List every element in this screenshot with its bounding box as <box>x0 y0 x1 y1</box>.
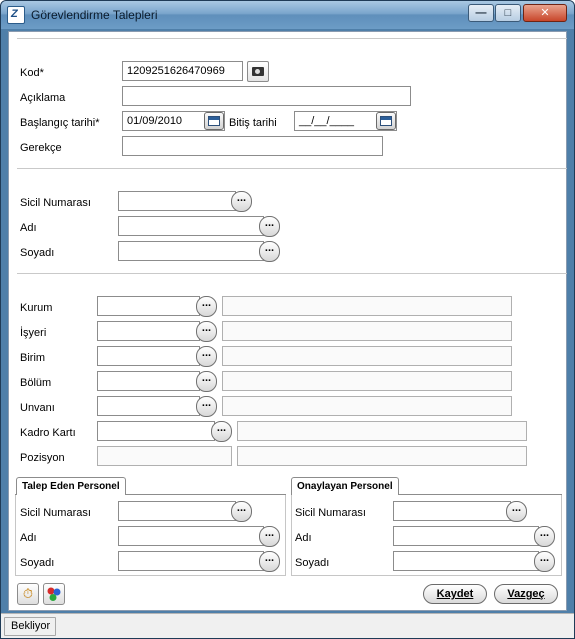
calendar-icon <box>208 116 220 126</box>
adi-lookup-button[interactable]: ... <box>259 216 280 237</box>
onay-soyadi-field[interactable] <box>393 551 539 571</box>
talep-soyadi-field[interactable] <box>118 551 264 571</box>
talep-sicil-lookup-button[interactable]: ... <box>231 501 252 522</box>
vazgec-button[interactable]: Vazgeç <box>494 584 558 604</box>
window: Z Görevlendirme Talepleri — □ ✕ Kod* 120… <box>0 0 575 639</box>
bolum-name-field <box>222 371 512 391</box>
minimize-icon: — <box>475 7 487 19</box>
kurum-lookup-button[interactable]: ... <box>196 296 217 317</box>
talep-adi-label: Adı <box>20 532 37 544</box>
talep-soyadi-label: Soyadı <box>20 557 55 569</box>
bolum-label: Bölüm <box>20 377 52 389</box>
kadro-name-field <box>237 421 527 441</box>
kadro-code-field[interactable] <box>97 421 215 441</box>
soyadi-lookup-button[interactable]: ... <box>259 241 280 262</box>
section-divider <box>17 168 567 169</box>
unvani-lookup-button[interactable]: ... <box>196 396 217 417</box>
onay-soyadi-label: Soyadı <box>295 557 330 569</box>
window-title: Görevlendirme Talepleri <box>31 8 158 22</box>
bolum-lookup-button[interactable]: ... <box>196 371 217 392</box>
onay-sicil-label: Sicil Numarası <box>295 507 366 519</box>
birim-label: Birim <box>20 352 46 364</box>
section-divider <box>17 38 567 39</box>
onay-adi-label: Adı <box>295 532 312 544</box>
calendar-icon <box>380 116 392 126</box>
adi-label: Adı <box>20 222 37 234</box>
isyeri-name-field <box>222 321 512 341</box>
onay-adi-lookup-button[interactable]: ... <box>534 526 555 547</box>
kurum-code-field[interactable] <box>97 296 200 316</box>
sicil-field[interactable] <box>118 191 236 211</box>
gerekce-label: Gerekçe <box>20 142 62 154</box>
timer-button[interactable]: ⏱ <box>17 583 39 605</box>
baslangic-label: Başlangıç tarihi* <box>20 117 100 129</box>
talep-eden-tab: Talep Eden Personel <box>16 477 126 495</box>
birim-name-field <box>222 346 512 366</box>
onay-sicil-field[interactable] <box>393 501 511 521</box>
isyeri-lookup-button[interactable]: ... <box>196 321 217 342</box>
soyadi-label: Soyadı <box>20 247 55 259</box>
section-divider <box>17 273 567 274</box>
onaylayan-tab: Onaylayan Personel <box>291 477 399 495</box>
minimize-button[interactable]: — <box>468 4 494 22</box>
sicil-lookup-button[interactable]: ... <box>231 191 252 212</box>
talep-sicil-label: Sicil Numarası <box>20 507 91 519</box>
kurum-label: Kurum <box>20 302 53 314</box>
kadro-label: Kadro Kartı <box>20 427 76 439</box>
colors-button[interactable] <box>43 583 65 605</box>
adi-field[interactable] <box>118 216 264 236</box>
soyadi-field[interactable] <box>118 241 264 261</box>
onay-soyadi-lookup-button[interactable]: ... <box>534 551 555 572</box>
title-bar[interactable]: Z Görevlendirme Talepleri — □ ✕ <box>1 1 574 29</box>
kadro-lookup-button[interactable]: ... <box>211 421 232 442</box>
maximize-icon: □ <box>504 7 512 19</box>
birim-lookup-button[interactable]: ... <box>196 346 217 367</box>
unvani-label: Unvanı <box>20 402 55 414</box>
kurum-name-field <box>222 296 512 316</box>
bitis-calendar-button[interactable] <box>376 112 396 130</box>
aciklama-field[interactable] <box>122 86 411 106</box>
baslangic-calendar-button[interactable] <box>204 112 224 130</box>
colors-icon <box>47 587 61 601</box>
talep-sicil-field[interactable] <box>118 501 236 521</box>
isyeri-label: İşyeri <box>20 327 47 339</box>
camera-button[interactable] <box>247 61 269 82</box>
app-icon: Z <box>7 6 25 24</box>
timer-icon: ⏱ <box>22 586 34 601</box>
form-area: Kod* 1209251626470969 Açıklama Başlangıç… <box>8 31 567 611</box>
talep-adi-field[interactable] <box>118 526 264 546</box>
status-bar: Bekliyor <box>1 613 574 638</box>
aciklama-label: Açıklama <box>20 92 66 104</box>
camera-icon <box>252 67 264 76</box>
pozisyon-name-field <box>237 446 527 466</box>
birim-code-field[interactable] <box>97 346 200 366</box>
pozisyon-code-field <box>97 446 232 466</box>
kaydet-button[interactable]: Kaydet <box>423 584 487 604</box>
kod-label: Kod* <box>20 67 44 79</box>
sicil-label: Sicil Numarası <box>20 197 91 209</box>
bitis-label: Bitiş tarihi <box>229 117 277 129</box>
isyeri-code-field[interactable] <box>97 321 200 341</box>
gerekce-field[interactable] <box>122 136 383 156</box>
talep-soyadi-lookup-button[interactable]: ... <box>259 551 280 572</box>
unvani-code-field[interactable] <box>97 396 200 416</box>
onay-sicil-lookup-button[interactable]: ... <box>506 501 527 522</box>
close-button[interactable]: ✕ <box>523 4 567 22</box>
onay-adi-field[interactable] <box>393 526 539 546</box>
maximize-button[interactable]: □ <box>495 4 521 22</box>
app-icon-glyph: Z <box>11 8 18 20</box>
unvani-name-field <box>222 396 512 416</box>
bolum-code-field[interactable] <box>97 371 200 391</box>
kod-field[interactable]: 1209251626470969 <box>122 61 243 81</box>
close-icon: ✕ <box>540 7 550 19</box>
status-text: Bekliyor <box>4 617 56 636</box>
talep-adi-lookup-button[interactable]: ... <box>259 526 280 547</box>
pozisyon-label: Pozisyon <box>20 452 65 464</box>
